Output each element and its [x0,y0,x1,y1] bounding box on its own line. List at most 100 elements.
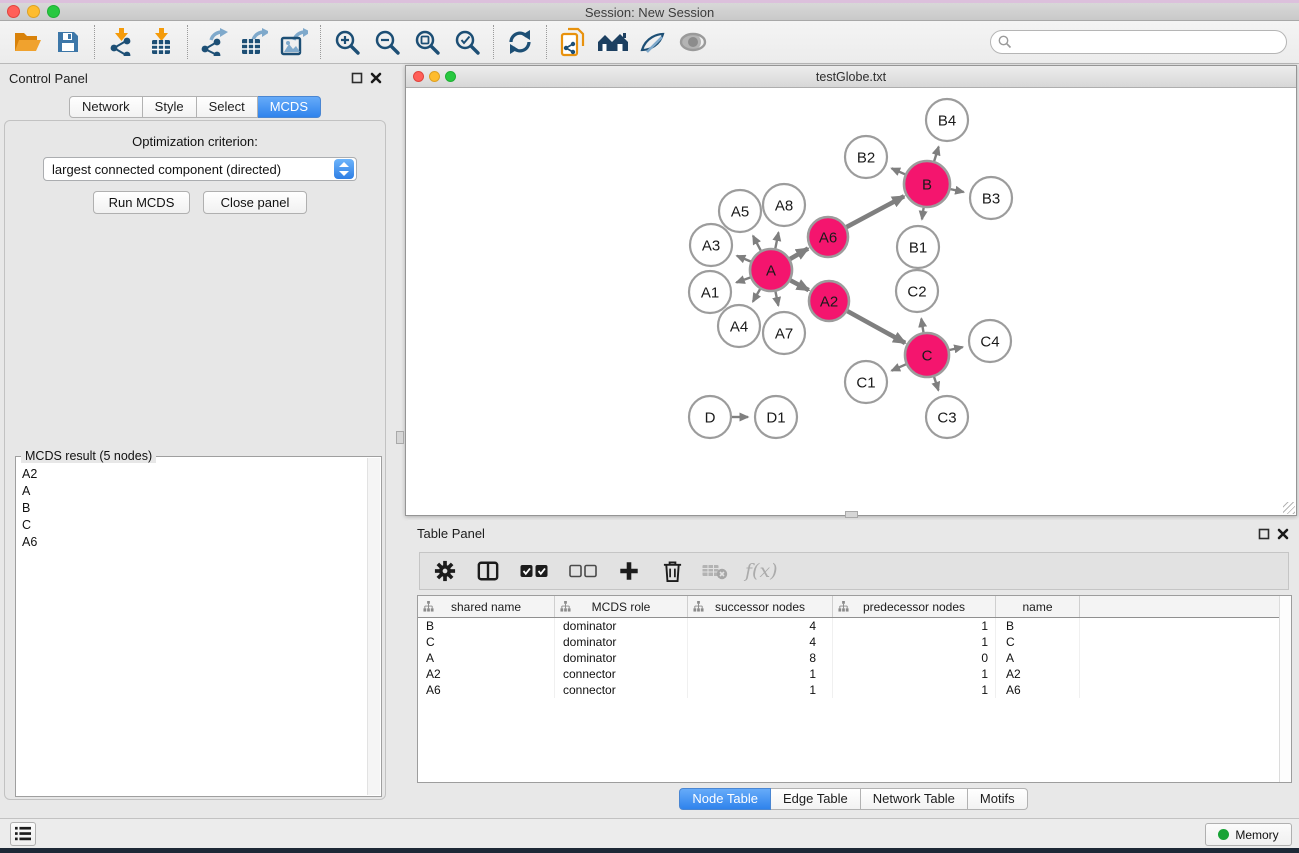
cell-predecessor-nodes[interactable]: 1 [833,666,996,682]
show-task-history-button[interactable] [10,822,36,846]
network-graph[interactable]: B4B2BB3A8A5A6A3B1AC2A1A2A4A7C4CC1C3DD1 [406,88,1296,515]
cell-successor-nodes[interactable]: 4 [688,618,833,634]
table-float-panel-icon[interactable] [1258,527,1271,540]
cell-successor-nodes[interactable]: 1 [688,682,833,698]
horizontal-divider-handle[interactable] [845,511,858,518]
edge-A-A3[interactable] [737,256,751,262]
graph-node-B1[interactable]: B1 [897,226,939,268]
unselect-all-columns-button[interactable] [567,558,599,584]
cell-shared-name[interactable]: A [418,650,555,666]
zoom-fit-button[interactable] [407,24,447,60]
cell-shared-name[interactable]: A2 [418,666,555,682]
create-column-button[interactable] [616,558,642,584]
import-table-button[interactable] [141,24,181,60]
export-network-button[interactable] [194,24,234,60]
graph-node-C3[interactable]: C3 [926,396,968,438]
edge-B-B2[interactable] [892,168,905,174]
table-row-c[interactable]: Cdominator41C [418,634,1291,650]
graph-node-A4[interactable]: A4 [718,305,760,347]
open-session-button[interactable] [8,24,48,60]
select-all-columns-button[interactable] [518,558,550,584]
cell-MCDS-role[interactable]: connector [555,666,688,682]
edge-B-B3[interactable] [950,189,963,192]
graph-node-D[interactable]: D [689,396,731,438]
close-panel-button[interactable]: Close panel [203,191,307,214]
run-mcds-button[interactable]: Run MCDS [93,191,190,214]
graph-node-B3[interactable]: B3 [970,177,1012,219]
edge-A-A6[interactable] [790,249,808,259]
zoom-out-button[interactable] [367,24,407,60]
graph-node-C4[interactable]: C4 [969,320,1011,362]
save-session-button[interactable] [48,24,88,60]
network-window-titlebar[interactable]: testGlobe.txt [406,66,1296,88]
manage-networks-button[interactable] [553,24,593,60]
cell-predecessor-nodes[interactable]: 0 [833,650,996,666]
table-tab-edge-table[interactable]: Edge Table [771,788,861,810]
cell-MCDS-role[interactable]: connector [555,682,688,698]
table-row-a2[interactable]: A2connector11A2 [418,666,1291,682]
graph-node-A[interactable]: A [750,249,792,291]
column-header-shared-name[interactable]: shared name [418,596,555,617]
edge-C-C2[interactable] [921,319,923,333]
edge-A-A5[interactable] [753,236,761,251]
export-table-button[interactable] [234,24,274,60]
edge-C-C1[interactable] [892,364,906,370]
table-tab-motifs[interactable]: Motifs [968,788,1028,810]
result-list-scrollbar[interactable] [367,458,380,795]
cell-name[interactable]: A6 [996,682,1080,698]
cell-shared-name[interactable]: A6 [418,682,555,698]
tab-network[interactable]: Network [69,96,143,118]
table-tab-network-table[interactable]: Network Table [861,788,968,810]
graph-node-A6[interactable]: A6 [808,217,848,257]
close-panel-icon[interactable] [370,71,383,84]
tab-select[interactable]: Select [197,96,258,118]
cell-shared-name[interactable]: C [418,634,555,650]
tab-style[interactable]: Style [143,96,197,118]
delete-table-button[interactable] [702,558,728,584]
edge-A2-C[interactable] [847,311,905,343]
float-panel-icon[interactable] [351,71,364,84]
import-network-button[interactable] [101,24,141,60]
optimization-criterion-select[interactable]: largest connected component (directed) [43,157,357,181]
cell-shared-name[interactable]: B [418,618,555,634]
graph-node-A8[interactable]: A8 [763,184,805,226]
graph-node-A3[interactable]: A3 [690,224,732,266]
table-settings-button[interactable] [432,558,458,584]
cell-successor-nodes[interactable]: 8 [688,650,833,666]
column-header-name[interactable]: name [996,596,1080,617]
vertical-divider-handle[interactable] [396,431,404,444]
graph-node-D1[interactable]: D1 [755,396,797,438]
refresh-button[interactable] [500,24,540,60]
edge-A-A1[interactable] [736,277,750,282]
edge-B-B1[interactable] [922,208,924,220]
show-columns-button[interactable] [475,558,501,584]
graph-node-C1[interactable]: C1 [845,361,887,403]
result-item-a[interactable]: A [18,482,366,499]
cell-name[interactable]: C [996,634,1080,650]
result-item-a6[interactable]: A6 [18,534,366,551]
edge-A-A2[interactable] [790,280,808,290]
column-header-successor-nodes[interactable]: successor nodes [688,596,833,617]
delete-column-button[interactable] [659,558,685,584]
edge-A6-B[interactable] [847,196,905,227]
graph-node-C2[interactable]: C2 [896,270,938,312]
graph-node-A2[interactable]: A2 [809,281,849,321]
graph-node-A5[interactable]: A5 [719,190,761,232]
cell-successor-nodes[interactable]: 4 [688,634,833,650]
function-builder-button[interactable]: f(x) [745,560,778,582]
cell-name[interactable]: A2 [996,666,1080,682]
table-close-panel-icon[interactable] [1277,527,1290,540]
edge-C-C3[interactable] [934,377,938,390]
column-header-predecessor-nodes[interactable]: predecessor nodes [833,596,996,617]
show-panels-button[interactable] [673,24,713,60]
cell-predecessor-nodes[interactable]: 1 [833,682,996,698]
cell-MCDS-role[interactable]: dominator [555,634,688,650]
edge-C-C4[interactable] [949,347,962,350]
table-row-b[interactable]: Bdominator41B [418,618,1291,634]
result-item-c[interactable]: C [18,517,366,534]
column-header-MCDS-role[interactable]: MCDS role [555,596,688,617]
edge-B-B4[interactable] [934,147,938,161]
export-image-button[interactable] [274,24,314,60]
search-field[interactable] [990,30,1287,54]
tab-mcds[interactable]: MCDS [258,96,321,118]
